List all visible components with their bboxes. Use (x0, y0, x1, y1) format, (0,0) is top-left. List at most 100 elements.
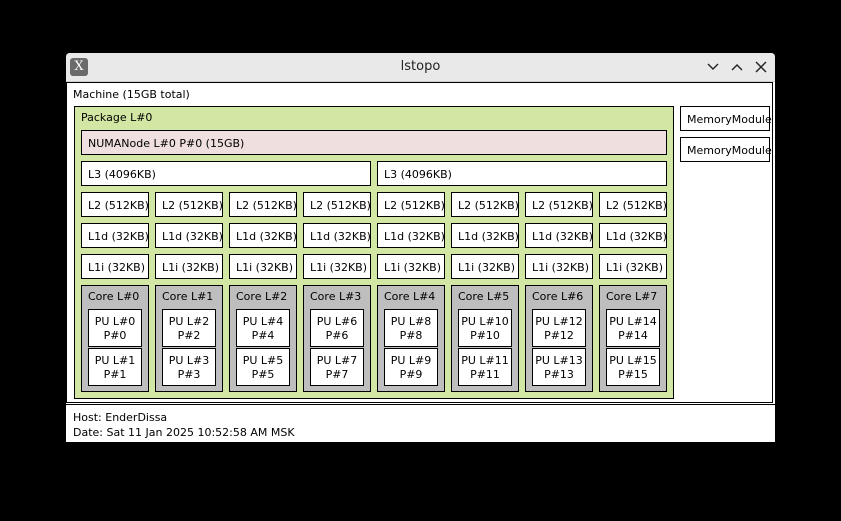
l1i-cache-box: L1i (32KB) (229, 254, 297, 279)
l1i-cache-box: L1i (32KB) (377, 254, 445, 279)
pu-box[interactable]: PU L#5 P#5 (236, 348, 290, 386)
l2-cache-label: L2 (512KB) (458, 199, 519, 212)
l1d-cache-box: L1d (32KB) (451, 223, 519, 248)
l1i-cache-box: L1i (32KB) (155, 254, 223, 279)
l1i-cache-label: L1i (32KB) (532, 261, 590, 274)
core-box[interactable]: Core L#6 PU L#12 P#12 PU L#13 P#13 (525, 285, 593, 392)
core-label: Core L#2 (236, 290, 288, 303)
pu-box[interactable]: PU L#3 P#3 (162, 348, 216, 386)
core-box[interactable]: Core L#1 PU L#2 P#2 PU L#3 P#3 (155, 285, 223, 392)
pu-box[interactable]: PU L#8 P#8 (384, 309, 438, 347)
pu-physical-label: P#4 (251, 329, 275, 342)
l2-cache-box: L2 (512KB) (451, 192, 519, 217)
pu-logical-label: PU L#5 (242, 354, 284, 367)
l1d-cache-label: L1d (32KB) (606, 230, 667, 243)
memory-module-box[interactable]: MemoryModule (680, 106, 772, 131)
lstopo-window: X lstopo Machine (15GB total) Package L#… (66, 53, 775, 442)
pu-physical-label: P#5 (251, 368, 275, 381)
l1d-cache-box: L1d (32KB) (599, 223, 667, 248)
pu-logical-label: PU L#10 (461, 315, 509, 328)
core-label: Core L#5 (458, 290, 510, 303)
l1i-cache-box: L1i (32KB) (303, 254, 371, 279)
l2-cache-label: L2 (512KB) (384, 199, 445, 212)
l1i-cache-label: L1i (32KB) (236, 261, 294, 274)
pu-box[interactable]: PU L#13 P#13 (532, 348, 586, 386)
pu-physical-label: P#0 (103, 329, 127, 342)
l1d-cache-box: L1d (32KB) (81, 223, 149, 248)
pu-logical-label: PU L#12 (535, 315, 583, 328)
core-box[interactable]: Core L#7 PU L#14 P#14 PU L#15 P#15 (599, 285, 667, 392)
l1i-cache-label: L1i (32KB) (310, 261, 368, 274)
pu-logical-label: PU L#2 (168, 315, 210, 328)
l2-cache-label: L2 (512KB) (236, 199, 297, 212)
numa-node-box: NUMANode L#0 P#0 (15GB) (81, 130, 667, 155)
pu-physical-label: P#14 (618, 329, 648, 342)
core-box[interactable]: Core L#3 PU L#6 P#6 PU L#7 P#7 (303, 285, 371, 392)
memory-module-label: MemoryModule (687, 113, 772, 126)
pu-box[interactable]: PU L#6 P#6 (310, 309, 364, 347)
close-icon (755, 61, 767, 73)
l1d-cache-box: L1d (32KB) (377, 223, 445, 248)
pu-box[interactable]: PU L#11 P#11 (458, 348, 512, 386)
l2-cache-box: L2 (512KB) (303, 192, 371, 217)
core-box[interactable]: Core L#2 PU L#4 P#4 PU L#5 P#5 (229, 285, 297, 392)
l2-cache-box: L2 (512KB) (377, 192, 445, 217)
core-label: Core L#7 (606, 290, 658, 303)
pu-logical-label: PU L#6 (316, 315, 358, 328)
core-box[interactable]: Core L#0 PU L#0 P#0 PU L#1 P#1 (81, 285, 149, 392)
host-label: Host: EnderDissa (73, 411, 168, 424)
memory-module-box[interactable]: MemoryModule (680, 137, 772, 162)
chevron-down-icon (707, 63, 719, 70)
pu-box[interactable]: PU L#2 P#2 (162, 309, 216, 347)
pu-logical-label: PU L#7 (316, 354, 358, 367)
minimize-button[interactable] (703, 57, 723, 77)
pu-box[interactable]: PU L#9 P#9 (384, 348, 438, 386)
l1i-cache-box: L1i (32KB) (525, 254, 593, 279)
machine-box: Machine (15GB total) Package L#0 NUMANod… (66, 82, 773, 403)
pu-physical-label: P#3 (177, 368, 201, 381)
pu-box[interactable]: PU L#12 P#12 (532, 309, 586, 347)
pu-box[interactable]: PU L#4 P#4 (236, 309, 290, 347)
maximize-button[interactable] (727, 57, 747, 77)
l1d-cache-box: L1d (32KB) (155, 223, 223, 248)
l1d-cache-label: L1d (32KB) (162, 230, 223, 243)
pu-box[interactable]: PU L#1 P#1 (88, 348, 142, 386)
title-bar[interactable]: X lstopo (66, 53, 775, 82)
l1d-cache-box: L1d (32KB) (229, 223, 297, 248)
pu-box[interactable]: PU L#14 P#14 (606, 309, 660, 347)
core-label: Core L#1 (162, 290, 214, 303)
l2-cache-box: L2 (512KB) (599, 192, 667, 217)
pu-physical-label: P#15 (618, 368, 648, 381)
pu-logical-label: PU L#0 (94, 315, 136, 328)
l3-cache-box: L3 (4096KB) (81, 161, 371, 186)
core-label: Core L#3 (310, 290, 362, 303)
pu-logical-label: PU L#11 (461, 354, 509, 367)
l2-cache-label: L2 (512KB) (88, 199, 149, 212)
l2-cache-box: L2 (512KB) (81, 192, 149, 217)
l1d-cache-box: L1d (32KB) (525, 223, 593, 248)
l1i-cache-box: L1i (32KB) (451, 254, 519, 279)
core-box[interactable]: Core L#5 PU L#10 P#10 PU L#11 P#11 (451, 285, 519, 392)
l1i-cache-label: L1i (32KB) (162, 261, 220, 274)
pu-logical-label: PU L#4 (242, 315, 284, 328)
l2-cache-label: L2 (512KB) (606, 199, 667, 212)
l2-cache-box: L2 (512KB) (525, 192, 593, 217)
core-box[interactable]: Core L#4 PU L#8 P#8 PU L#9 P#9 (377, 285, 445, 392)
close-button[interactable] (751, 57, 771, 77)
l2-cache-label: L2 (512KB) (532, 199, 593, 212)
pu-physical-label: P#7 (325, 368, 349, 381)
numa-node-label: NUMANode L#0 P#0 (15GB) (88, 137, 245, 150)
l1i-cache-label: L1i (32KB) (88, 261, 146, 274)
pu-logical-label: PU L#9 (390, 354, 432, 367)
l1i-cache-label: L1i (32KB) (606, 261, 664, 274)
pu-box[interactable]: PU L#0 P#0 (88, 309, 142, 347)
machine-label: Machine (15GB total) (73, 88, 190, 101)
pu-box[interactable]: PU L#10 P#10 (458, 309, 512, 347)
memory-module-label: MemoryModule (687, 144, 772, 157)
pu-box[interactable]: PU L#15 P#15 (606, 348, 660, 386)
pu-physical-label: P#12 (544, 329, 574, 342)
chevron-up-icon (731, 64, 743, 71)
pu-box[interactable]: PU L#7 P#7 (310, 348, 364, 386)
l1i-cache-box: L1i (32KB) (599, 254, 667, 279)
info-footer: Host: EnderDissa Date: Sat 11 Jan 2025 1… (66, 404, 775, 442)
